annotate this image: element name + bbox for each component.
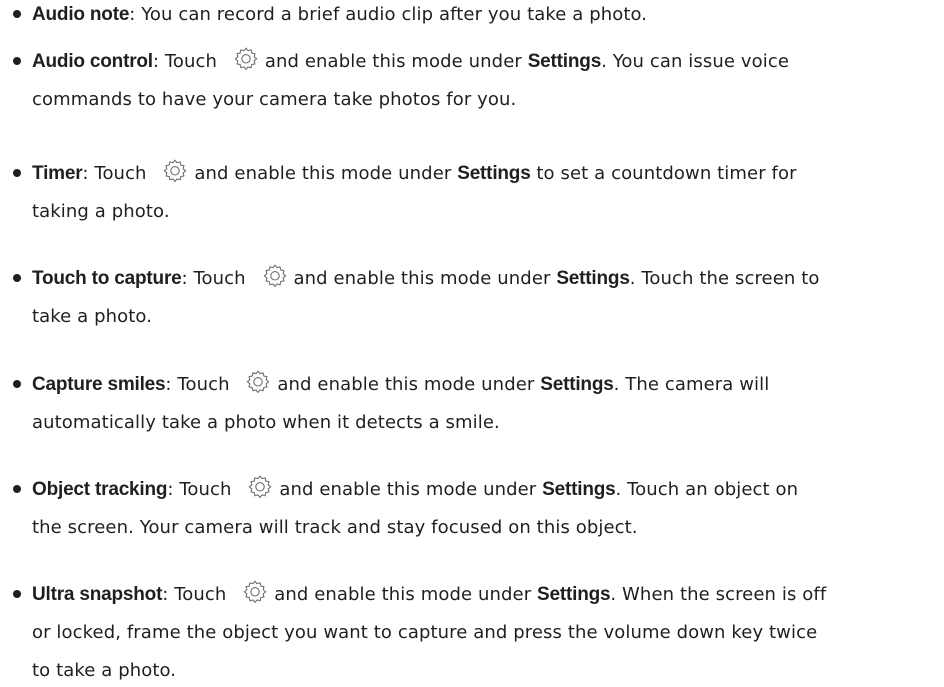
bullet (13, 485, 21, 493)
mid-text: and enable this mode under (277, 374, 535, 395)
term-label: Capture smiles (32, 374, 166, 395)
list-item-text: Ultra snapshot: Touch and enable this mo… (32, 578, 942, 687)
separator: : (162, 584, 175, 605)
camera-modes-document: Audio note: You can record a brief audio… (0, 0, 944, 681)
term-label: Audio control (32, 51, 153, 72)
touch-text: Touch (94, 163, 147, 184)
separator: : (167, 479, 180, 500)
bullet (13, 169, 21, 177)
continuation-line: commands to have your camera take photos… (32, 89, 517, 110)
term-label: Audio note (32, 4, 130, 25)
rest-text: . The camera will (613, 374, 770, 395)
list-item-text: Audio note: You can record a brief audio… (32, 0, 942, 31)
continuation-line: the screen. Your camera will track and s… (32, 517, 638, 538)
mid-text: and enable this mode under (293, 268, 551, 289)
mid-text: and enable this mode under (264, 51, 522, 72)
list-item-text: Audio control: Touch and enable this mod… (32, 45, 942, 116)
continuation-line: take a photo. (32, 306, 153, 327)
continuation-line: automatically take a photo when it detec… (32, 412, 500, 433)
touch-text: Touch (164, 51, 218, 72)
mid-text: and enable this mode under (194, 163, 452, 184)
continuation-line: or locked, frame the object you want to … (32, 622, 818, 643)
separator: : (152, 51, 165, 72)
touch-text: Touch (193, 268, 246, 289)
bullet (13, 380, 21, 388)
mid-text: and enable this mode under (274, 584, 532, 605)
continuation-line: taking a photo. (32, 201, 170, 222)
rest-text: to set a countdown timer for (530, 163, 797, 184)
list-item-text: Touch to capture: Touch and enable this … (32, 262, 942, 333)
gear-icon (246, 370, 270, 394)
separator: : (129, 4, 142, 25)
separator: : (82, 163, 95, 184)
gear-icon (263, 264, 286, 288)
settings-keyword: Settings (556, 268, 630, 289)
term-label: Timer (32, 163, 83, 184)
term-label: Ultra snapshot (32, 584, 163, 605)
settings-keyword: Settings (542, 479, 616, 500)
rest-text: . When the screen is off (610, 584, 827, 605)
list-item-text: Capture smiles: Touch and enable this mo… (32, 368, 942, 439)
bullet (13, 590, 21, 598)
touch-text: Touch (179, 479, 232, 500)
rest-text: . You can issue voice (601, 51, 790, 72)
gear-icon (248, 475, 272, 499)
bullet (13, 274, 21, 282)
bullet (13, 57, 21, 65)
term-label: Object tracking (32, 479, 168, 500)
separator: : (165, 374, 178, 395)
gear-icon (234, 47, 258, 71)
bullet (13, 10, 21, 18)
gear-icon (163, 159, 187, 183)
gear-icon (243, 580, 267, 604)
rest-text: . Touch an object on (615, 479, 799, 500)
continuation-line: to take a photo. (32, 660, 177, 681)
settings-keyword: Settings (457, 163, 531, 184)
touch-text: Touch (174, 584, 227, 605)
touch-text: Touch (177, 374, 230, 395)
term-label: Touch to capture (32, 268, 182, 289)
settings-keyword: Settings (540, 374, 614, 395)
settings-keyword: Settings (537, 584, 611, 605)
separator: : (181, 268, 194, 289)
settings-keyword: Settings (527, 51, 602, 72)
description: You can record a brief audio clip after … (141, 4, 648, 25)
list-item-text: Object tracking: Touch and enable this m… (32, 473, 942, 544)
mid-text: and enable this mode under (279, 479, 537, 500)
rest-text: . Touch the screen to (629, 268, 820, 289)
list-item-text: Timer: Touch and enable this mode under … (32, 157, 942, 228)
